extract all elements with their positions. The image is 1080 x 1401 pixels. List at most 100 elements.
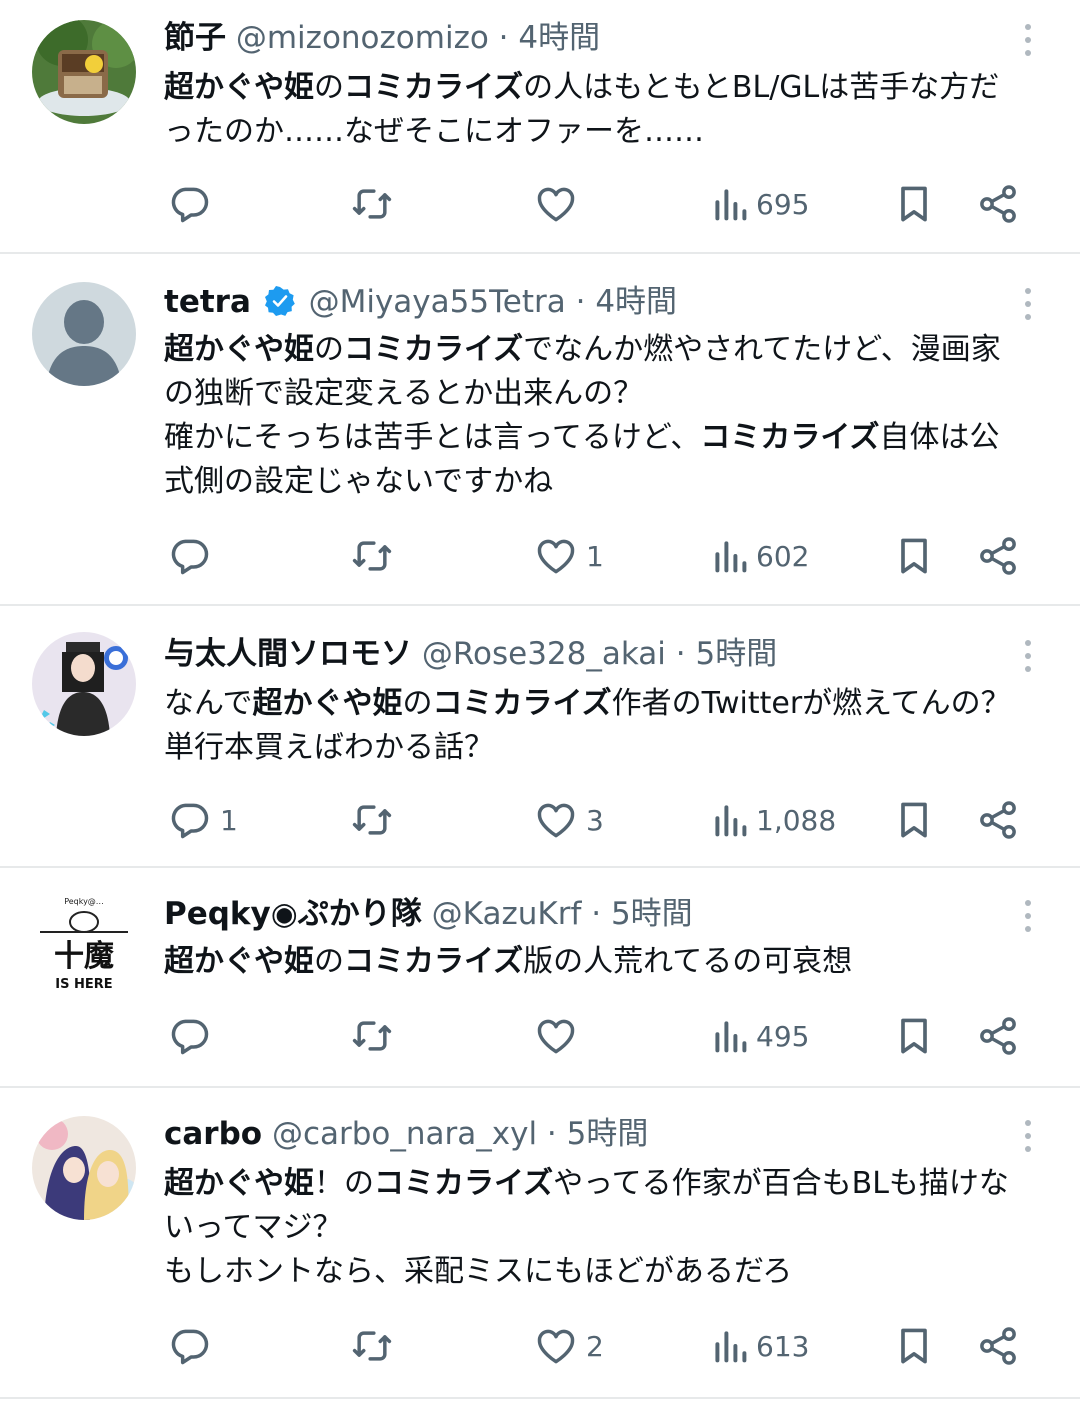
more-icon[interactable] <box>1016 20 1040 60</box>
views-button[interactable]: 1,088 <box>712 796 836 844</box>
user-handle[interactable]: @Rose328_akai <box>422 636 666 672</box>
retweet-icon <box>352 805 392 835</box>
timestamp[interactable]: 5時間 <box>695 636 777 672</box>
tweet-text-line: ったのか……なぜそこにオファーを…… <box>164 110 1044 154</box>
avatar[interactable]: Peqky@… 十魔 IS HERE <box>32 892 136 996</box>
views-button[interactable]: 602 <box>712 532 809 580</box>
views-button[interactable]: 495 <box>712 1012 809 1060</box>
heart-icon <box>537 1329 575 1364</box>
user-handle[interactable]: @mizonozomizo <box>236 20 489 56</box>
bookmark-button[interactable] <box>892 1322 936 1370</box>
reply-button[interactable] <box>168 1322 220 1370</box>
text-segment: やってる作家が百合もBLも描けな <box>553 1166 1009 1201</box>
display-name[interactable]: 節子 <box>164 20 226 56</box>
views-button[interactable]: 613 <box>712 1322 809 1370</box>
timestamp[interactable]: 5時間 <box>611 896 693 932</box>
like-count: 1 <box>586 539 604 573</box>
tweet[interactable]: Peqky@… 十魔 IS HERE Peqky◉ぷかり隊 @KazuKrf ·… <box>0 868 1080 1088</box>
more-icon[interactable] <box>1016 636 1040 676</box>
more-icon[interactable] <box>1016 284 1040 324</box>
avatar[interactable] <box>32 282 136 386</box>
text-segment: ！の <box>314 1166 374 1201</box>
highlighted-keyword: 超かぐや姫 <box>164 1166 314 1201</box>
user-handle[interactable]: @carbo_nara_xyl <box>272 1116 537 1152</box>
tweet-text: 超かぐや姫のコミカライズでなんか燃やされてたけど、漫画家 の独断で設定変えるとか出… <box>164 328 1044 504</box>
text-segment: 版の人荒れてるの可哀想 <box>523 944 853 979</box>
reply-button[interactable] <box>168 180 220 228</box>
reply-icon <box>171 539 209 575</box>
reply-button[interactable]: 1 <box>168 796 238 844</box>
text-segment: の <box>314 332 344 367</box>
bookmark-icon <box>901 802 927 838</box>
avatar-text-bottom: IS HERE <box>55 977 112 992</box>
retweet-button[interactable] <box>350 1322 402 1370</box>
reply-button[interactable] <box>168 532 220 580</box>
bookmark-button[interactable] <box>892 532 936 580</box>
views-icon <box>715 805 747 837</box>
tweet-text-line: 超かぐや姫！のコミカライズやってる作家が百合もBLも描けな <box>164 1162 1044 1206</box>
tweet[interactable]: 与太人間ソロモソ @Rose328_akai · 5時間 なんで超かぐや姫のコミ… <box>0 606 1080 868</box>
retweet-button[interactable] <box>350 796 402 844</box>
share-button[interactable] <box>976 532 1020 580</box>
bookmark-button[interactable] <box>892 1012 936 1060</box>
heart-icon <box>537 539 575 574</box>
text-segment: なんで <box>164 686 253 721</box>
reply-feed: 節子 @mizonozomizo · 4時間 超かぐや姫のコミカライズの人はもと… <box>0 0 1080 1399</box>
display-name[interactable]: carbo <box>164 1116 262 1152</box>
highlighted-keyword: コミカライズ <box>344 332 524 367</box>
more-icon[interactable] <box>1016 1116 1040 1156</box>
timestamp[interactable]: 4時間 <box>595 284 677 320</box>
verified-badge-icon <box>264 286 295 316</box>
bookmark-button[interactable] <box>892 180 936 228</box>
display-name[interactable]: 与太人間ソロモソ <box>164 636 412 672</box>
retweet-button[interactable] <box>350 180 402 228</box>
retweet-button[interactable] <box>350 532 402 580</box>
tweet[interactable]: tetra @Miyaya55Tetra · 4時間 超かぐや姫のコミカライズで… <box>0 254 1080 606</box>
text-segment: の独断で設定変えるとか出来んの？ <box>164 376 644 411</box>
avatar[interactable] <box>32 632 136 736</box>
highlighted-keyword: 超かぐや姫 <box>164 944 314 979</box>
reply-icon <box>171 1329 209 1365</box>
bookmark-button[interactable] <box>892 796 936 844</box>
share-icon <box>980 185 1016 223</box>
views-button[interactable]: 695 <box>712 180 809 228</box>
bookmark-icon <box>901 1018 927 1054</box>
more-icon[interactable] <box>1016 896 1040 936</box>
share-button[interactable] <box>976 796 1020 844</box>
tweet-text-line: 単行本買えばわかる話？ <box>164 726 1044 770</box>
user-handle[interactable]: @KazuKrf <box>432 896 582 932</box>
highlighted-keyword: コミカライズ <box>374 1166 554 1201</box>
avatar[interactable] <box>32 1116 136 1220</box>
share-button[interactable] <box>976 180 1020 228</box>
tweet-text: なんで超かぐや姫のコミカライズ作者のTwitterが燃えてんの？ 単行本買えばわか… <box>164 682 1044 770</box>
bookmark-icon <box>901 186 927 222</box>
like-button[interactable]: 2 <box>534 1322 604 1370</box>
retweet-icon <box>352 189 392 219</box>
tweet[interactable]: carbo @carbo_nara_xyl · 5時間 超かぐや姫！のコミカライ… <box>0 1088 1080 1399</box>
view-count: 495 <box>756 1019 810 1053</box>
retweet-icon <box>352 1021 392 1051</box>
like-button[interactable] <box>534 180 586 228</box>
highlighted-keyword: 超かぐや姫 <box>252 686 403 721</box>
timestamp[interactable]: 5時間 <box>567 1116 649 1152</box>
avatar[interactable] <box>32 20 136 124</box>
tweet-actions: 1 3 1,088 <box>164 796 1040 844</box>
like-button[interactable]: 1 <box>534 532 604 580</box>
retweet-icon <box>352 541 392 571</box>
tweet[interactable]: 節子 @mizonozomizo · 4時間 超かぐや姫のコミカライズの人はもと… <box>0 0 1080 254</box>
text-segment: 確かにそっちは苦手とは言ってるけど、 <box>164 420 701 455</box>
share-button[interactable] <box>976 1322 1020 1370</box>
display-name[interactable]: tetra <box>164 284 251 320</box>
timestamp[interactable]: 4時間 <box>518 20 600 56</box>
text-segment: 自体は公 <box>879 420 1000 455</box>
reply-button[interactable] <box>168 1012 220 1060</box>
like-count: 2 <box>586 1329 604 1363</box>
share-button[interactable] <box>976 1012 1020 1060</box>
user-handle[interactable]: @Miyaya55Tetra <box>309 284 566 320</box>
retweet-button[interactable] <box>350 1012 402 1060</box>
like-button[interactable] <box>534 1012 586 1060</box>
like-button[interactable]: 3 <box>534 796 604 844</box>
display-name[interactable]: Peqky◉ぷかり隊 <box>164 896 422 932</box>
heart-icon <box>537 1019 575 1054</box>
tweet-text-line: 超かぐや姫のコミカライズの人はもともとBL/GLは苦手な方だ <box>164 66 1044 110</box>
